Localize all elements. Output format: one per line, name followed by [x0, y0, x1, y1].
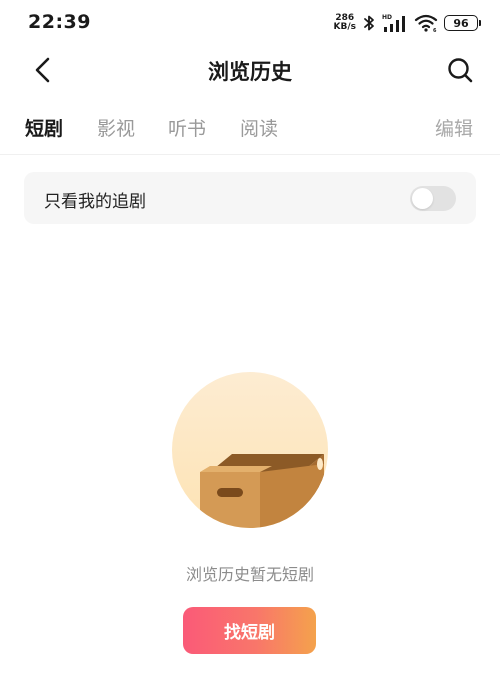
tab-audiobook[interactable]: 听书	[168, 114, 206, 141]
find-short-drama-button[interactable]: 找短剧	[183, 607, 316, 654]
filter-label: 只看我的追剧	[44, 192, 146, 212]
page-title: 浏览历史	[208, 60, 292, 84]
status-icons: 286 KB/s HD 6 96	[334, 12, 481, 34]
network-speed-unit: KB/s	[333, 22, 356, 32]
empty-state-message: 浏览历史暂无短剧	[185, 565, 314, 584]
tabs-divider	[0, 154, 500, 155]
find-button-label: 找短剧	[224, 623, 275, 643]
battery-level: 96	[453, 16, 469, 30]
nav-bar: 浏览历史	[0, 44, 500, 94]
tab-reading[interactable]: 阅读	[240, 114, 278, 141]
tab-film-tv[interactable]: 影视	[97, 114, 135, 141]
tab-short-drama[interactable]: 短剧	[25, 114, 63, 141]
edit-button[interactable]: 编辑	[435, 114, 473, 141]
battery-icon: 96	[444, 15, 481, 31]
empty-box-icon	[172, 372, 328, 528]
status-time: 22:39	[28, 11, 91, 33]
search-button[interactable]	[442, 52, 478, 88]
bluetooth-icon	[364, 15, 374, 31]
svg-text:HD: HD	[382, 14, 392, 21]
category-tabs: 短剧 影视 听书 阅读 编辑	[0, 108, 500, 150]
search-icon	[448, 58, 473, 83]
followed-only-toggle[interactable]	[410, 186, 456, 211]
wifi-icon: 6	[414, 14, 438, 33]
hd-signal-icon: HD	[382, 14, 405, 32]
svg-text:6: 6	[433, 28, 437, 33]
status-bar: 22:39 286 KB/s HD 6 96	[0, 0, 500, 44]
followed-only-filter: 只看我的追剧	[24, 172, 476, 224]
network-speed: 286 KB/s	[334, 14, 356, 32]
toggle-knob	[412, 188, 433, 209]
